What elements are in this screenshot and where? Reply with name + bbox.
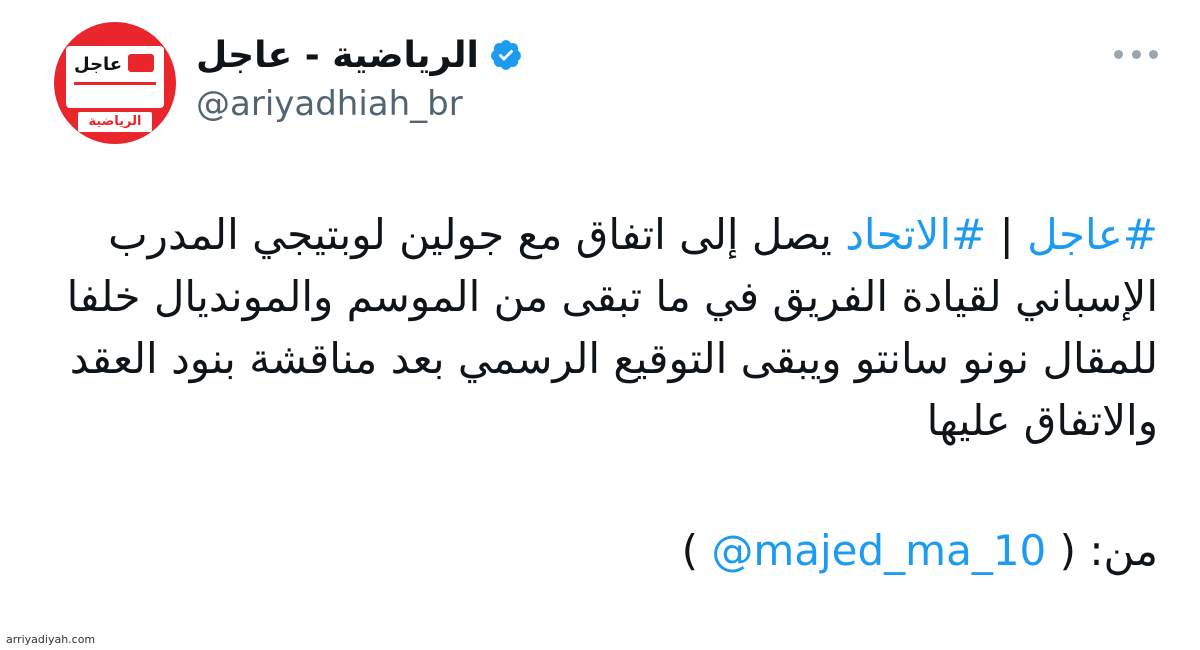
source-mention[interactable]: @majed_ma_10 bbox=[711, 526, 1046, 575]
source-line: من: ( @majed_ma_10 ) bbox=[682, 520, 1158, 582]
avatar-brand-text: الرياضية bbox=[78, 112, 152, 132]
site-watermark: arriyadiyah.com bbox=[6, 633, 96, 646]
display-name-row[interactable]: الرياضية - عاجل bbox=[196, 28, 523, 82]
avatar-logo-panel: عاجل bbox=[66, 46, 164, 108]
tweet-text: #عاجل | #الاتحاد يصل إلى اتفاق مع جولين … bbox=[58, 204, 1158, 452]
more-dot bbox=[1149, 49, 1158, 59]
avatar-logo-text: عاجل bbox=[74, 54, 123, 75]
hashtag-separator: | bbox=[986, 210, 1028, 259]
verified-badge-icon bbox=[490, 40, 521, 70]
more-dot bbox=[1114, 49, 1123, 59]
more-dot bbox=[1131, 49, 1141, 59]
hashtag-breaking[interactable]: #عاجل bbox=[1027, 210, 1158, 259]
avatar-runner-icon bbox=[128, 54, 154, 72]
source-suffix: ) bbox=[681, 526, 698, 575]
profile-avatar[interactable]: عاجل الرياضية bbox=[54, 22, 176, 144]
display-name[interactable]: الرياضية - عاجل bbox=[196, 35, 479, 76]
tweet-card: عاجل الرياضية الرياضية - عاجل @ariyadhia… bbox=[0, 0, 1200, 650]
hashtag-ittihad[interactable]: #الاتحاد bbox=[845, 210, 986, 259]
more-options-icon[interactable] bbox=[1114, 44, 1158, 64]
account-handle[interactable]: @ariyadhiah_br bbox=[196, 84, 463, 124]
avatar-logo-bar bbox=[74, 82, 156, 85]
source-prefix: من: ( bbox=[1059, 526, 1158, 575]
